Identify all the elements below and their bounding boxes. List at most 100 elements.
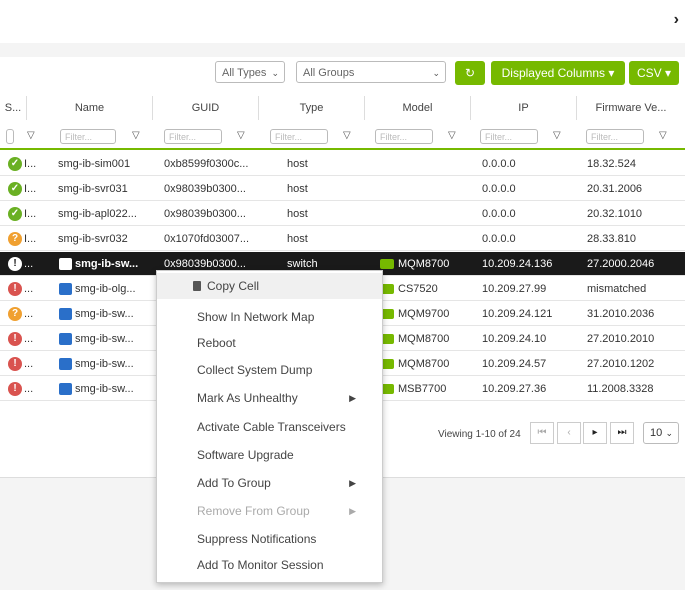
filter-icon[interactable]: ▽ (132, 130, 140, 141)
status-filter[interactable] (6, 129, 14, 144)
types-select-value: All Types (222, 67, 267, 79)
col-type[interactable]: Type (259, 96, 365, 120)
chevron-down-icon: ⌄ (271, 68, 279, 78)
cell-type: host (287, 208, 308, 220)
csv-button[interactable]: CSV ▾ (629, 61, 679, 85)
cell-fw: 28.33.810 (587, 233, 636, 245)
last-page-button[interactable]: ⏭ (610, 422, 634, 444)
cell-guid: 0x98039b0300... (164, 183, 246, 195)
firmware-filter[interactable]: Filter... (586, 129, 644, 144)
cell-model: MQM8700 (398, 258, 450, 270)
displayed-columns-button[interactable]: Displayed Columns ▾ (491, 61, 625, 85)
chevron-down-icon: ⌄ (665, 428, 673, 438)
cell-guid: 0xb8599f0300c... (164, 158, 249, 170)
cell-type: host (287, 233, 308, 245)
menu-item-activate-cable-transceivers[interactable]: Activate Cable Transceivers (157, 414, 382, 440)
cell-fw: 18.32.524 (587, 158, 636, 170)
menu-item-copy-cell[interactable]: Copy Cell (157, 273, 382, 299)
cell-fw: 27.2010.2010 (587, 333, 655, 345)
table-row[interactable]: ✓ I... smg-ib-svr031 0x98039b0300... host 0.0… (0, 177, 685, 201)
refresh-button[interactable]: ↻ (455, 61, 485, 85)
groups-select-value: All Groups (303, 67, 355, 79)
cell-flag: ... (24, 258, 34, 270)
cell-ip: 10.209.24.10 (482, 333, 547, 345)
prev-page-button[interactable]: ‹ (557, 422, 581, 444)
status-ok-icon: ✓ (8, 207, 22, 221)
cell-ip: 10.209.24.57 (482, 358, 547, 370)
cell-name: smg-ib-apl022... (58, 208, 137, 220)
menu-item-add-to-monitor-session[interactable]: Add To Monitor Session (157, 552, 382, 578)
filter-icon[interactable]: ▽ (659, 130, 667, 141)
switch-device-icon (59, 258, 72, 270)
col-ip[interactable]: IP (471, 96, 577, 120)
chevron-right-icon[interactable]: › (674, 11, 679, 29)
table-row[interactable]: ✓ I... smg-ib-sim001 0xb8599f0300c... host 0.… (0, 152, 685, 176)
menu-item-label: Collect System Dump (197, 363, 313, 377)
section-gap (0, 43, 685, 57)
cell-flag: ... (24, 333, 34, 345)
cell-type: host (287, 158, 308, 170)
cell-model: MSB7700 (398, 383, 447, 395)
col-firmware[interactable]: Firmware Ve... (577, 96, 685, 120)
filter-icon[interactable]: ▽ (448, 130, 456, 141)
cell-fw: 20.32.1010 (587, 208, 643, 220)
menu-item-remove-from-group: Remove From Group ▶ (157, 498, 382, 524)
switch-device-icon (59, 383, 72, 395)
menu-item-mark-as-unhealthy[interactable]: Mark As Unhealthy ▶ (157, 385, 382, 411)
cell-guid: 0x1070fd03007... (164, 233, 250, 245)
col-model[interactable]: Model (365, 96, 471, 120)
cell-name: smg-ib-sw... (75, 358, 134, 370)
cell-ip: 0.0.0.0 (482, 183, 516, 195)
menu-item-suppress-notifications[interactable]: Suppress Notifications (157, 526, 382, 552)
status-err-icon: ! (8, 382, 22, 396)
menu-item-add-to-group[interactable]: Add To Group ▶ (157, 470, 382, 496)
cell-name: smg-ib-sw... (75, 258, 139, 270)
menu-item-label: Suppress Notifications (197, 532, 317, 546)
table-row[interactable]: ? I... smg-ib-svr032 0x1070fd03007... host 0.… (0, 227, 685, 251)
next-page-button[interactable]: ▸ (583, 422, 607, 444)
first-page-button[interactable]: ⏮ (530, 422, 554, 444)
status-err-icon: ! (8, 357, 22, 371)
table-row[interactable]: ✓ I... smg-ib-apl022... 0x98039b0300... host… (0, 202, 685, 226)
status-info-icon: ! (8, 257, 22, 271)
menu-item-label: Software Upgrade (197, 448, 294, 462)
model-filter[interactable]: Filter... (375, 129, 433, 144)
cell-flag: ... (24, 358, 34, 370)
ip-filter[interactable]: Filter... (480, 129, 538, 144)
filter-row: ▽ Filter... ▽ Filter... ▽ Filter... ▽ Fi… (0, 124, 685, 150)
filter-icon[interactable]: ▽ (27, 130, 35, 141)
menu-item-show-in-network-map[interactable]: Show In Network Map (157, 304, 382, 330)
menu-item-label: Show In Network Map (197, 310, 315, 324)
groups-select[interactable]: All Groups ⌄ (296, 61, 446, 83)
types-select[interactable]: All Types ⌄ (215, 61, 285, 83)
page-size-select[interactable]: 10 ⌄ (643, 422, 679, 444)
switch-device-icon (59, 333, 72, 345)
type-filter[interactable]: Filter... (270, 129, 328, 144)
col-name[interactable]: Name (27, 96, 153, 120)
guid-filter[interactable]: Filter... (164, 129, 222, 144)
menu-item-label: Mark As Unhealthy (197, 391, 298, 405)
cell-ip: 10.209.27.99 (482, 283, 547, 295)
col-status[interactable]: S... (0, 96, 27, 120)
col-guid[interactable]: GUID (153, 96, 259, 120)
cell-ip: 10.209.24.121 (482, 308, 553, 320)
filter-icon[interactable]: ▽ (237, 130, 245, 141)
cell-fw: mismatched (587, 283, 647, 295)
cell-flag: I... (24, 233, 37, 245)
cell-fw: 11.2008.3328 (587, 383, 654, 395)
cell-name: smg-ib-sim001 (58, 158, 131, 170)
cell-ip: 0.0.0.0 (482, 208, 516, 220)
menu-item-label: Activate Cable Transceivers (197, 420, 346, 434)
top-bar: › (0, 0, 685, 44)
filter-icon[interactable]: ▽ (553, 130, 561, 141)
menu-item-reboot[interactable]: Reboot (157, 330, 382, 356)
menu-item-software-upgrade[interactable]: Software Upgrade (157, 442, 382, 468)
menu-item-label: Add To Group (197, 476, 271, 490)
menu-item-collect-system-dump[interactable]: Collect System Dump (157, 357, 382, 383)
name-filter[interactable]: Filter... (60, 129, 116, 144)
switch-device-icon (59, 283, 72, 295)
cell-guid: 0x98039b0300... (164, 208, 246, 220)
caret-down-icon: ▾ (608, 66, 615, 80)
switch-device-icon (59, 308, 72, 320)
filter-icon[interactable]: ▽ (343, 130, 351, 141)
